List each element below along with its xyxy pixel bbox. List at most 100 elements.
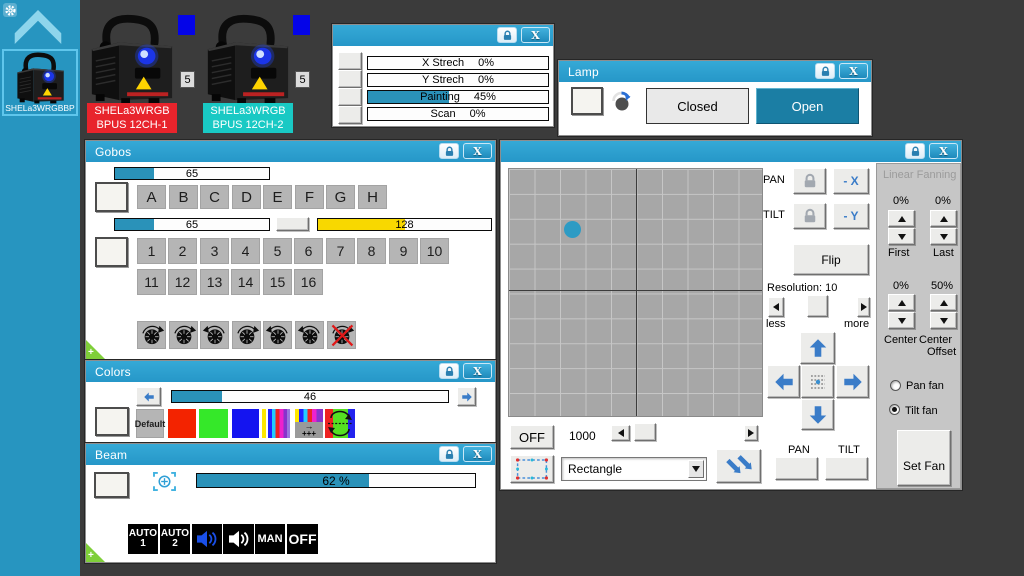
strech-row1-button[interactable] — [338, 52, 362, 70]
position-titlebar[interactable]: X — [501, 141, 961, 162]
gobo-letter-f[interactable]: F — [295, 185, 324, 209]
shape-dropdown[interactable]: Rectangle — [561, 457, 707, 481]
color-swatch-cycle[interactable] — [325, 409, 355, 438]
color-swatch-green[interactable] — [199, 409, 228, 438]
tilt-lock-button[interactable] — [793, 203, 826, 229]
gobo-rotate-ccw-button[interactable] — [263, 321, 292, 349]
gobo-3[interactable]: 3 — [200, 238, 229, 264]
gobo-letter-d[interactable]: D — [232, 185, 261, 209]
fixture-2-color-square[interactable] — [293, 15, 310, 35]
speed-slider-thumb[interactable] — [634, 423, 656, 441]
resolution-slider-thumb[interactable] — [807, 295, 828, 317]
lock-button[interactable] — [905, 143, 925, 159]
resolution-more-button[interactable] — [857, 297, 870, 317]
gobo-8[interactable]: 8 — [357, 238, 386, 264]
apply-shape-button[interactable] — [716, 449, 761, 483]
gobo-13[interactable]: 13 — [200, 269, 229, 295]
color-indicator[interactable] — [95, 407, 129, 436]
fixture-1[interactable]: 5 SHELa3WRGB BPUS 12CH-1 — [84, 12, 196, 134]
pan-value-field[interactable] — [775, 457, 818, 480]
gobo-letter-c[interactable]: C — [200, 185, 229, 209]
x-strech-slider[interactable]: X Strech 0% — [367, 56, 549, 70]
fan-center-down-button[interactable] — [888, 312, 915, 329]
resolution-less-button[interactable] — [768, 297, 784, 317]
beam-auto1-button[interactable]: AUTO 1 — [128, 524, 158, 554]
gobo-letter-e[interactable]: E — [263, 185, 292, 209]
shape-select-button[interactable] — [510, 455, 554, 483]
close-button[interactable]: X — [521, 27, 550, 43]
invert-x-button[interactable]: - X — [833, 168, 869, 194]
fan-last-down-button[interactable] — [930, 228, 957, 245]
beam-brightness-slider[interactable]: 62 % — [196, 473, 476, 488]
beam-indicator[interactable] — [94, 472, 129, 498]
color-prev-button[interactable] — [136, 387, 161, 406]
gobo-select-slider[interactable]: 65 — [114, 218, 270, 231]
tilt-value-field[interactable] — [825, 457, 868, 480]
lock-button[interactable] — [439, 363, 459, 379]
lamp-open-button[interactable]: Open — [756, 88, 859, 124]
lock-button[interactable] — [439, 446, 459, 462]
gobo-speed-slider[interactable]: 128 — [317, 218, 492, 231]
gobo-16[interactable]: 16 — [294, 269, 323, 295]
beam-sound-active-button[interactable] — [192, 524, 222, 554]
speed-right-button[interactable] — [744, 425, 758, 441]
color-swatch-rainbow[interactable] — [262, 409, 290, 438]
gobo-rotate-cw-button[interactable] — [232, 321, 261, 349]
close-button[interactable]: X — [929, 143, 958, 159]
gobo-7[interactable]: 7 — [326, 238, 355, 264]
close-button[interactable]: X — [463, 143, 492, 159]
lamp-titlebar[interactable]: Lamp X — [559, 61, 871, 82]
strech-titlebar[interactable]: X — [333, 25, 553, 46]
fan-center-up-button[interactable] — [888, 294, 915, 311]
gobo-number-indicator[interactable] — [95, 237, 128, 267]
strech-row2-button[interactable] — [338, 70, 362, 88]
gobo-letter-a[interactable]: A — [137, 185, 166, 209]
strech-row4-button[interactable] — [338, 106, 362, 124]
fan-center-offset-up-button[interactable] — [930, 294, 957, 311]
lamp-indicator[interactable] — [571, 87, 603, 115]
nudge-right-button[interactable] — [836, 365, 869, 398]
beam-sound-button[interactable] — [223, 524, 254, 554]
pan-lock-button[interactable] — [793, 168, 826, 194]
lamp-closed-button[interactable]: Closed — [646, 88, 749, 124]
gobo-15[interactable]: 15 — [263, 269, 292, 295]
close-button[interactable]: X — [463, 446, 492, 462]
lock-button[interactable] — [439, 143, 459, 159]
gobo-14[interactable]: 14 — [231, 269, 260, 295]
gobos-titlebar[interactable]: Gobos X — [86, 141, 495, 162]
lamp-reset-rotation-icon[interactable] — [609, 87, 633, 113]
scroll-up-chevron-icon[interactable] — [9, 10, 67, 44]
fan-first-up-button[interactable] — [888, 210, 915, 227]
gobo-11[interactable]: 11 — [137, 269, 166, 295]
invert-y-button[interactable]: - Y — [833, 203, 869, 229]
y-strech-slider[interactable]: Y Strech 0% — [367, 73, 549, 87]
pan-tilt-pad[interactable] — [508, 168, 763, 417]
close-button[interactable]: X — [463, 363, 492, 379]
scan-slider[interactable]: Scan 0% — [367, 107, 549, 121]
color-swatch-red[interactable] — [168, 409, 196, 438]
gobo-10[interactable]: 10 — [420, 238, 449, 264]
gobo-12[interactable]: 12 — [168, 269, 197, 295]
color-swatch-blue[interactable] — [232, 409, 259, 438]
gobo-rotate-cw-slow-button[interactable] — [137, 321, 166, 349]
fan-last-up-button[interactable] — [930, 210, 957, 227]
lock-button[interactable] — [497, 27, 517, 43]
gobo-rotate-stop-button[interactable] — [327, 321, 356, 349]
zoom-target-icon[interactable] — [152, 471, 177, 492]
center-position-button[interactable] — [801, 365, 834, 398]
color-swatch-rainbow-scroll[interactable]: → +++ — [295, 409, 323, 438]
strech-row3-button[interactable] — [338, 88, 362, 106]
speed-left-button[interactable] — [611, 425, 630, 441]
fan-center-offset-down-button[interactable] — [930, 312, 957, 329]
nudge-up-button[interactable] — [800, 332, 835, 364]
color-default-button[interactable]: Default — [135, 409, 165, 438]
gobo-6[interactable]: 6 — [294, 238, 323, 264]
fixture-2-label[interactable]: SHELa3WRGB BPUS 12CH-2 — [203, 103, 293, 133]
position-dot[interactable] — [564, 221, 581, 238]
gobo-bank-slider[interactable]: 65 — [114, 167, 270, 180]
painting-slider[interactable]: Painting 45% — [367, 90, 549, 104]
pan-fan-radio[interactable] — [890, 380, 901, 391]
gobo-rotate-ccw-fast-button[interactable] — [295, 321, 324, 349]
fixture-1-label[interactable]: SHELa3WRGB BPUS 12CH-1 — [87, 103, 177, 133]
gobo-1[interactable]: 1 — [137, 238, 166, 264]
